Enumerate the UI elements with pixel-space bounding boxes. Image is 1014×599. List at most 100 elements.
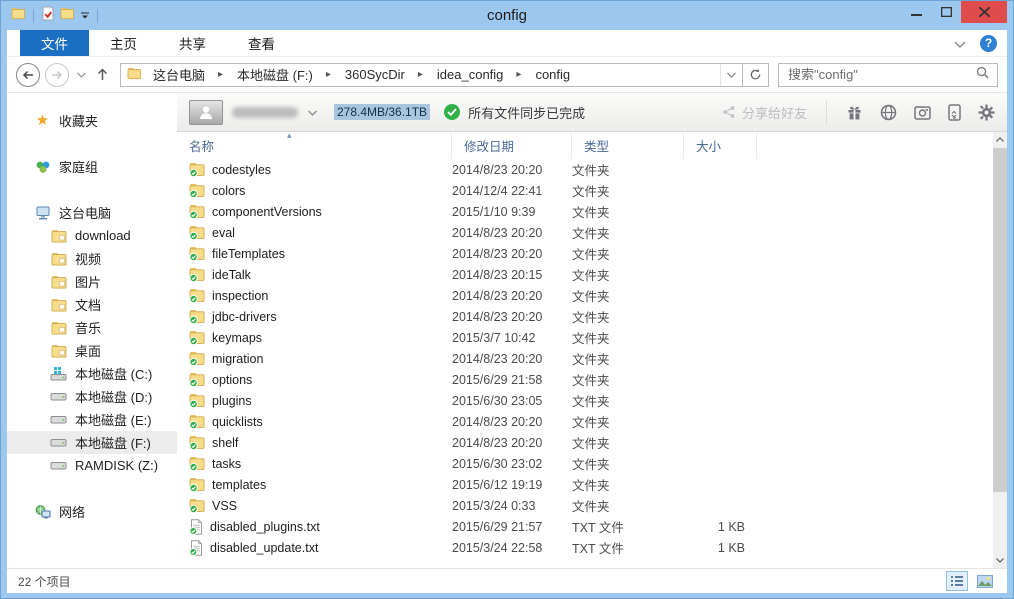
address-bar[interactable]: 这台电脑 本地磁盘 (F:) 360SycDir idea_config con… xyxy=(120,63,769,87)
address-folder-icon xyxy=(127,67,142,83)
ribbon-tab[interactable]: 查看 xyxy=(227,30,296,56)
breadcrumb-item[interactable]: 360SycDir xyxy=(338,64,430,86)
file-date-cell: 2015/1/10 9:39 xyxy=(452,205,572,219)
sidebar-item-label: 本地磁盘 (D:) xyxy=(75,387,152,406)
search-box xyxy=(778,63,998,87)
file-row[interactable]: ideTalk 2014/8/23 20:15 文件夹 xyxy=(177,264,993,285)
folder-icon[interactable] xyxy=(11,7,26,25)
sidebar-item[interactable]: 桌面 xyxy=(7,339,177,362)
file-row[interactable]: disabled_update.txt 2015/3/24 22:58 TXT … xyxy=(177,537,993,558)
search-icon[interactable] xyxy=(970,66,995,84)
sidebar-item[interactable]: 这台电脑 xyxy=(7,201,177,224)
address-dropdown-chevron-icon[interactable] xyxy=(720,64,742,86)
file-row[interactable]: colors 2014/12/4 22:41 文件夹 xyxy=(177,180,993,201)
recent-locations-chevron-icon[interactable] xyxy=(74,72,89,78)
file-row[interactable]: tasks 2015/6/30 23:02 文件夹 xyxy=(177,453,993,474)
folder-icon[interactable] xyxy=(60,7,75,25)
file-type-cell: TXT 文件 xyxy=(572,517,684,536)
file-date-cell: 2014/8/23 20:20 xyxy=(452,163,572,177)
sidebar-item[interactable]: 网络 xyxy=(7,500,177,523)
settings-gear-icon[interactable] xyxy=(978,104,995,121)
column-header[interactable]: 名称 xyxy=(177,132,452,159)
sidebar-item[interactable]: 本地磁盘 (E:) xyxy=(7,408,177,431)
folder-synced-icon xyxy=(189,477,205,492)
file-row[interactable]: plugins 2015/6/30 23:05 文件夹 xyxy=(177,390,993,411)
scroll-down-arrow-icon[interactable] xyxy=(993,553,1007,568)
globe-icon[interactable] xyxy=(880,104,897,121)
column-header[interactable]: 大小 xyxy=(684,132,757,159)
ribbon-collapse-chevron-icon[interactable] xyxy=(954,36,966,51)
mobile-sync-icon[interactable] xyxy=(948,104,961,121)
user-avatar[interactable] xyxy=(189,100,223,125)
sort-ascending-caret-icon[interactable]: ▴ xyxy=(287,132,292,141)
properties-check-icon[interactable] xyxy=(41,6,55,26)
account-dropdown-chevron-icon[interactable] xyxy=(308,103,317,121)
file-row[interactable]: codestyles 2014/8/23 20:20 文件夹 xyxy=(177,159,993,180)
folder-synced-icon xyxy=(189,162,205,177)
search-input[interactable] xyxy=(788,67,970,82)
sidebar-item[interactable]: 文档 xyxy=(7,293,177,316)
gift-icon[interactable] xyxy=(846,104,863,121)
file-row[interactable]: shelf 2014/8/23 20:20 文件夹 xyxy=(177,432,993,453)
column-header[interactable]: 修改日期 xyxy=(452,132,572,159)
sidebar-item[interactable]: ★ 收藏夹 xyxy=(7,109,177,132)
breadcrumb-item[interactable]: idea_config xyxy=(430,64,529,86)
ribbon-tab[interactable]: 文件 xyxy=(20,30,89,56)
file-row[interactable]: disabled_plugins.txt 2015/6/29 21:57 TXT… xyxy=(177,516,993,537)
file-row[interactable]: componentVersions 2015/1/10 9:39 文件夹 xyxy=(177,201,993,222)
sidebar-item[interactable]: 家庭组 xyxy=(7,155,177,178)
close-button[interactable] xyxy=(961,1,1007,23)
folder-synced-icon xyxy=(189,183,205,198)
sidebar-item[interactable]: 视频 xyxy=(7,247,177,270)
file-row[interactable]: options 2015/6/29 21:58 文件夹 xyxy=(177,369,993,390)
address-bar-row: 这台电脑 本地磁盘 (F:) 360SycDir idea_config con… xyxy=(7,57,1007,93)
file-row[interactable]: VSS 2015/3/24 0:33 文件夹 xyxy=(177,495,993,516)
breadcrumb-item[interactable]: 本地磁盘 (F:) xyxy=(230,64,338,86)
file-row[interactable]: inspection 2014/8/23 20:20 文件夹 xyxy=(177,285,993,306)
file-row[interactable]: jdbc-drivers 2014/8/23 20:20 文件夹 xyxy=(177,306,993,327)
maximize-button[interactable] xyxy=(931,1,961,23)
details-view-button[interactable] xyxy=(946,571,968,591)
help-icon[interactable]: ? xyxy=(980,35,997,52)
sidebar-item[interactable]: 本地磁盘 (F:) xyxy=(7,431,177,454)
breadcrumb-item[interactable]: 这台电脑 xyxy=(146,64,230,86)
share-button[interactable]: 分享给好友 xyxy=(722,103,807,122)
folder-icon xyxy=(51,252,67,266)
minimize-button[interactable] xyxy=(901,1,931,23)
sidebar-item-icon-slot xyxy=(50,251,67,267)
file-name-cell: options xyxy=(177,372,452,387)
large-icons-view-button[interactable] xyxy=(974,571,996,591)
qat-dropdown-chevron-icon[interactable] xyxy=(80,7,90,25)
file-row[interactable]: keymaps 2015/3/7 10:42 文件夹 xyxy=(177,327,993,348)
file-type-cell: 文件夹 xyxy=(572,496,684,515)
column-header[interactable]: 类型 xyxy=(572,132,684,159)
sidebar-item[interactable]: download xyxy=(7,224,177,247)
file-row[interactable]: quicklists 2014/8/23 20:20 文件夹 xyxy=(177,411,993,432)
ribbon-tab[interactable]: 共享 xyxy=(158,30,227,56)
sidebar-item-icon-slot: ★ xyxy=(34,113,51,129)
sidebar-item[interactable]: 本地磁盘 (D:) xyxy=(7,385,177,408)
file-row[interactable]: migration 2014/8/23 20:20 文件夹 xyxy=(177,348,993,369)
file-row[interactable]: fileTemplates 2014/8/23 20:20 文件夹 xyxy=(177,243,993,264)
file-type-cell: 文件夹 xyxy=(572,433,684,452)
sidebar-item[interactable]: 图片 xyxy=(7,270,177,293)
ribbon-tab[interactable]: 主页 xyxy=(89,30,158,56)
camera-icon[interactable] xyxy=(914,105,931,120)
refresh-icon[interactable] xyxy=(742,64,768,86)
scrollbar-thumb[interactable] xyxy=(993,148,1007,492)
back-button[interactable] xyxy=(16,63,40,87)
file-row[interactable]: eval 2014/8/23 20:20 文件夹 xyxy=(177,222,993,243)
vertical-scrollbar[interactable] xyxy=(993,132,1007,568)
file-date-cell: 2014/8/23 20:20 xyxy=(452,436,572,450)
sidebar-item[interactable]: RAMDISK (Z:) xyxy=(7,454,177,477)
folder-synced-icon xyxy=(189,414,205,429)
file-type-cell: 文件夹 xyxy=(572,328,684,347)
breadcrumb-item[interactable]: config xyxy=(528,64,577,86)
sidebar-item[interactable]: 本地磁盘 (C:) xyxy=(7,362,177,385)
scroll-up-arrow-icon[interactable] xyxy=(993,132,1007,147)
up-button[interactable] xyxy=(94,68,111,81)
forward-button[interactable] xyxy=(45,63,69,87)
file-row[interactable]: templates 2015/6/12 19:19 文件夹 xyxy=(177,474,993,495)
file-type-cell: 文件夹 xyxy=(572,202,684,221)
sidebar-item[interactable]: 音乐 xyxy=(7,316,177,339)
